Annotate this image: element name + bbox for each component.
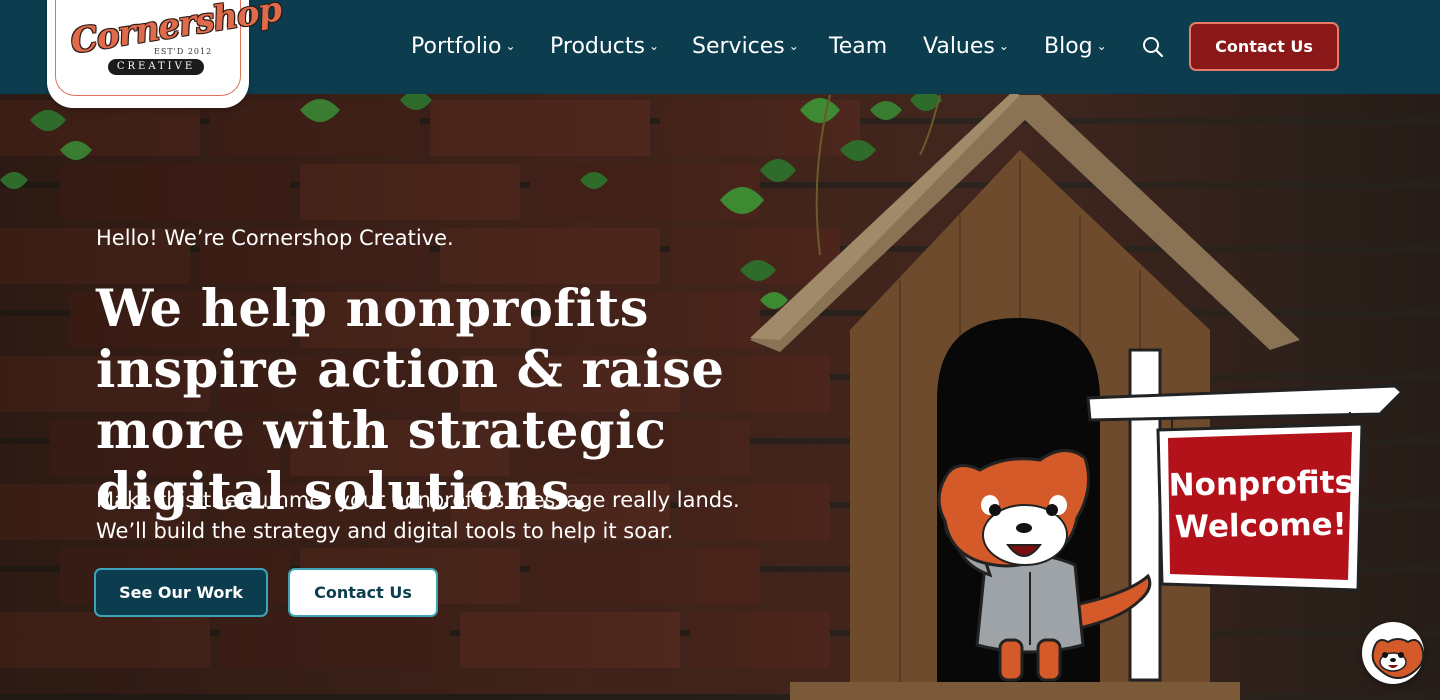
chevron-down-icon: ⌄ [788,39,799,53]
nav-item-label: Values [923,34,995,59]
nav-item-label: Products [550,34,645,59]
nav-item-values[interactable]: Values ⌄ [923,33,1009,61]
logo-creative-banner: CREATIVE [108,59,204,75]
chat-launcher-button[interactable] [1362,622,1425,684]
nav-item-team[interactable]: Team [829,33,887,61]
chevron-down-icon: ⌄ [1096,39,1107,53]
chevron-down-icon: ⌄ [505,39,516,53]
nav-item-label: Portfolio [411,34,502,59]
logo-frame: Cornershop EST'D 2012 CREATIVE [55,0,284,96]
hero-kicker: Hello! We’re Cornershop Creative. [96,226,454,250]
nav-item-portfolio[interactable]: Portfolio ⌄ [411,33,516,61]
hero-subheadline: Make this the summer your nonprofit’s me… [96,488,740,543]
logo-established: EST'D 2012 [154,47,213,56]
chevron-down-icon: ⌄ [998,39,1009,53]
red-panda-avatar-icon [1371,638,1425,680]
contact-us-button[interactable]: Contact Us [1189,22,1339,71]
site-logo[interactable]: Cornershop EST'D 2012 CREATIVE [47,0,284,108]
hero-contact-us-button[interactable]: Contact Us [288,568,438,617]
search-button[interactable] [1141,35,1165,59]
nav-item-services[interactable]: Services ⌄ [692,33,799,61]
nav-item-products[interactable]: Products ⌄ [550,33,659,61]
nav-item-label: Blog [1044,34,1093,59]
nav-item-label: Team [829,34,888,59]
see-our-work-button[interactable]: See Our Work [94,568,268,617]
nav-item-blog[interactable]: Blog ⌄ [1044,33,1107,61]
search-icon [1143,37,1164,58]
nav-item-label: Services [692,34,785,59]
chevron-down-icon: ⌄ [649,39,660,53]
